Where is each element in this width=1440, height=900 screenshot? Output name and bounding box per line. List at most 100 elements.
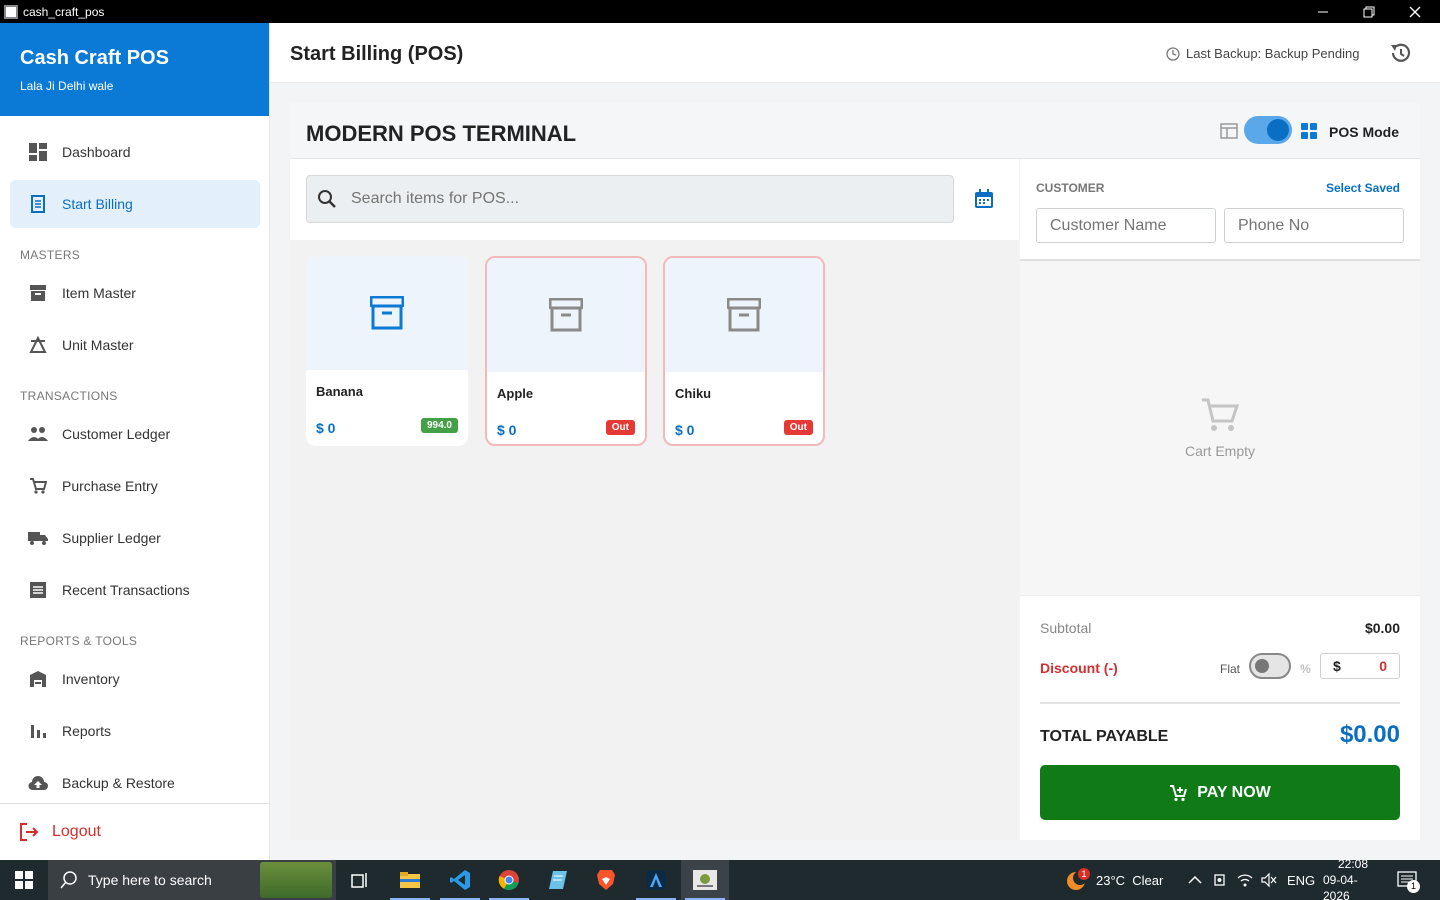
cart-icon xyxy=(28,476,48,496)
brand-name: Cash Craft POS xyxy=(20,47,169,69)
restore-button[interactable] xyxy=(1346,0,1392,23)
pos-mode-toggle[interactable] xyxy=(1244,116,1292,144)
item-card-chiku[interactable]: Chiku $ 0 Out xyxy=(663,256,825,446)
sidebar-item-inventory[interactable]: Inventory xyxy=(10,655,260,703)
select-saved-link[interactable]: Select Saved xyxy=(1326,181,1400,195)
bar-chart-icon xyxy=(28,721,48,741)
window-title: cash_craft_pos xyxy=(23,4,105,19)
table-view-icon[interactable] xyxy=(1220,123,1238,139)
backup-status-text: Last Backup: Backup Pending xyxy=(1186,46,1360,61)
sidebar-item-label: Inventory xyxy=(62,671,120,687)
android-studio-button[interactable] xyxy=(632,860,680,900)
sidebar-item-label: Backup & Restore xyxy=(62,775,175,791)
brave-icon xyxy=(597,870,615,890)
sidebar-item-dashboard[interactable]: Dashboard xyxy=(10,128,260,176)
weather-text: 23°C Clear xyxy=(1096,872,1164,888)
clock-date: 09-04-2026 xyxy=(1323,873,1358,900)
phone-input[interactable] xyxy=(1224,208,1404,243)
minimize-button[interactable] xyxy=(1300,0,1346,23)
cart-panel: CUSTOMER Select Saved Cart Empty Subtota… xyxy=(1020,159,1420,840)
grid-view-icon[interactable] xyxy=(1301,123,1317,139)
item-name: Banana xyxy=(316,384,363,399)
clock-time: 22:08 xyxy=(1337,857,1369,871)
system-tray-icons[interactable] xyxy=(1188,860,1277,900)
divider xyxy=(1040,702,1400,704)
percent-label: % xyxy=(1300,662,1311,676)
box-icon xyxy=(370,296,404,330)
chevron-up-icon xyxy=(1188,875,1202,884)
sidebar-item-start-billing[interactable]: Start Billing xyxy=(10,180,260,228)
out-of-stock-badge: Out xyxy=(605,420,635,435)
discount-input[interactable]: $ 0 xyxy=(1320,653,1400,679)
item-card-apple[interactable]: Apple $ 0 Out xyxy=(485,256,647,446)
list-icon xyxy=(28,580,48,600)
notepad-button[interactable] xyxy=(534,860,582,900)
discount-type-toggle[interactable] xyxy=(1249,653,1291,679)
subtotal-value: $0.00 xyxy=(1364,620,1400,636)
section-reports-tools: REPORTS & TOOLS xyxy=(20,634,138,648)
sidebar-item-supplier-ledger[interactable]: Supplier Ledger xyxy=(10,514,260,562)
vscode-button[interactable] xyxy=(436,860,484,900)
sidebar: Cash Craft POS Lala Ji Delhi wale Dashbo… xyxy=(0,23,270,860)
sidebar-item-recent-transactions[interactable]: Recent Transactions xyxy=(10,566,260,614)
volume-muted-icon xyxy=(1261,872,1277,888)
language-indicator[interactable]: ENG xyxy=(1287,860,1315,900)
meet-now-icon xyxy=(1214,874,1225,886)
item-name: Chiku xyxy=(675,386,712,401)
pay-now-label: PAY NOW xyxy=(1197,783,1271,801)
folder-icon xyxy=(400,872,420,888)
toggle-knob xyxy=(1255,659,1269,673)
brand-subtitle: Lala Ji Delhi wale xyxy=(20,79,114,93)
start-button[interactable] xyxy=(0,860,48,900)
sidebar-item-purchase-entry[interactable]: Purchase Entry xyxy=(10,462,260,510)
sidebar-item-customer-ledger[interactable]: Customer Ledger xyxy=(10,410,260,458)
sidebar-item-reports[interactable]: Reports xyxy=(10,707,260,755)
scale-icon xyxy=(28,335,48,355)
window-title-bar: cash_craft_pos xyxy=(0,0,1440,23)
logout-button[interactable]: Logout xyxy=(0,803,270,860)
pos-panel-header: MODERN POS TERMINAL POS Mode xyxy=(290,103,1420,159)
cart-empty-state: Cart Empty xyxy=(1020,261,1420,595)
notifications-button[interactable]: 1 xyxy=(1397,860,1420,900)
cart-add-icon xyxy=(1170,784,1188,801)
box-icon xyxy=(727,298,761,332)
android-studio-icon xyxy=(646,870,666,890)
taskbar-search[interactable]: Type here to search xyxy=(48,860,336,900)
cart-icon xyxy=(1202,398,1240,431)
item-card-banana[interactable]: Banana $ 0 994.0 xyxy=(306,256,468,446)
sidebar-item-item-master[interactable]: Item Master xyxy=(10,269,260,317)
history-button[interactable] xyxy=(1388,41,1412,70)
box-icon xyxy=(549,298,583,332)
sidebar-item-unit-master[interactable]: Unit Master xyxy=(10,321,260,369)
search-highlight-image xyxy=(260,862,332,898)
totals-section: Subtotal $0.00 Discount (-) Flat % $ 0 T… xyxy=(1020,595,1420,840)
customer-name-input[interactable] xyxy=(1036,208,1216,243)
calendar-button[interactable] xyxy=(974,189,994,214)
total-payable-value: $0.00 xyxy=(1339,721,1400,748)
item-price: $ 0 xyxy=(675,422,695,438)
logout-label: Logout xyxy=(52,823,101,840)
chrome-button[interactable] xyxy=(485,860,533,900)
top-header: Start Billing (POS) Last Backup: Backup … xyxy=(270,23,1440,83)
file-explorer-button[interactable] xyxy=(386,860,434,900)
task-view-icon xyxy=(351,873,367,888)
pay-now-button[interactable]: PAY NOW xyxy=(1040,765,1400,820)
clock-icon xyxy=(1166,46,1180,61)
search-box[interactable] xyxy=(306,175,954,223)
weather-widget[interactable]: 1 23°C Clear xyxy=(1066,860,1163,900)
cash-craft-pos-taskbar-button[interactable] xyxy=(681,860,729,900)
clock[interactable]: 22:08 09-04-2026 xyxy=(1323,857,1383,900)
dashboard-icon xyxy=(28,142,48,162)
brand-header: Cash Craft POS Lala Ji Delhi wale xyxy=(0,23,269,116)
notepad-icon xyxy=(549,871,567,889)
brave-button[interactable] xyxy=(582,860,630,900)
sidebar-item-label: Item Master xyxy=(62,285,136,301)
search-input[interactable] xyxy=(351,190,911,208)
app-icon xyxy=(4,4,18,19)
taskbar-search-text: Type here to search xyxy=(88,872,212,888)
sidebar-item-backup-restore[interactable]: Backup & Restore xyxy=(10,759,260,807)
items-area: Banana $ 0 994.0 Apple $ 0 Out Chiku $ 0… xyxy=(290,159,1019,840)
cash-craft-app-icon xyxy=(693,870,717,890)
task-view-button[interactable] xyxy=(336,860,384,900)
close-button[interactable] xyxy=(1392,0,1438,23)
